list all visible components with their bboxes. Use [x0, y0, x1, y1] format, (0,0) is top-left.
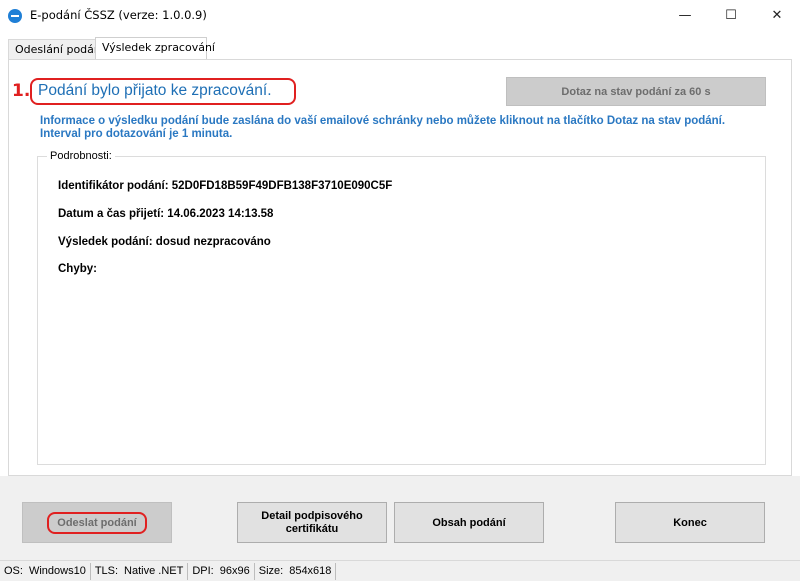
size-value: 854x618	[289, 565, 332, 577]
annotation-step-1: 1.	[12, 81, 31, 101]
status-size: Size: 854x618	[255, 562, 337, 580]
status-os: OS: Windows10	[0, 562, 91, 580]
identifier-label: Identifikátor podání:	[58, 180, 169, 192]
status-tls: TLS: Native .NET	[91, 562, 189, 580]
maximize-icon: ☐	[725, 8, 737, 23]
close-icon: ✕	[771, 8, 783, 23]
tls-value: Native .NET	[124, 565, 184, 577]
certificate-label-line-2: certifikátu	[285, 522, 339, 535]
date-label: Datum a čas přijetí:	[58, 208, 165, 220]
tab-processing-result[interactable]: Výsledek zpracování	[95, 37, 215, 60]
certificate-detail-button[interactable]: Detail podpisového certifikátu	[237, 502, 387, 543]
os-label: OS:	[4, 565, 23, 577]
status-query-button[interactable]: Dotaz na stav podání za 60 s	[506, 77, 766, 106]
dpi-value: 96x96	[219, 565, 250, 577]
submission-content-button[interactable]: Obsah podání	[394, 502, 544, 543]
info-text: Informace o výsledku podání bude zaslána…	[40, 115, 760, 141]
title-bar: E-podání ČSSZ (verze: 1.0.0.9) — ☐ ✕	[0, 0, 800, 31]
result-label: Výsledek podání:	[58, 236, 153, 248]
date-value: 14.06.2023 14:13.58	[167, 208, 274, 220]
detail-date: Datum a čas přijetí: 14.06.2023 14:13.58	[58, 208, 273, 220]
window-title: E-podání ČSSZ (verze: 1.0.0.9)	[30, 8, 207, 22]
result-title: Podání bylo přijato ke zpracování.	[30, 78, 296, 105]
info-line-1: Informace o výsledku podání bude zaslána…	[40, 115, 726, 127]
detail-errors: Chyby:	[58, 263, 97, 275]
dpi-label: DPI:	[192, 565, 214, 577]
tab-strip: Odeslání podání Výsledek zpracování	[0, 36, 800, 60]
minimize-button[interactable]: —	[662, 0, 708, 31]
exit-button[interactable]: Konec	[615, 502, 765, 543]
os-value: Windows10	[28, 565, 86, 577]
tab-send-submission[interactable]: Odeslání podání	[8, 39, 104, 59]
result-value: dosud nezpracováno	[155, 236, 271, 248]
status-bar: OS: Windows10 TLS: Native .NET DPI: 96x9…	[0, 560, 800, 581]
details-legend: Podrobnosti:	[47, 150, 115, 162]
minimize-icon: —	[678, 8, 692, 23]
detail-identifier: Identifikátor podání: 52D0FD18B59F49DFB1…	[58, 180, 392, 192]
identifier-value: 52D0FD18B59F49DFB138F3710E090C5F	[171, 180, 393, 192]
tls-label: TLS:	[94, 565, 119, 577]
details-group	[37, 156, 766, 465]
send-submission-label: Odeslat podání	[47, 511, 147, 534]
certificate-label-line-1: Detail podpisového	[261, 509, 363, 522]
detail-result: Výsledek podání: dosud nezpracováno	[58, 236, 271, 248]
size-label: Size:	[258, 565, 284, 577]
app-logo-icon	[8, 9, 22, 23]
info-line-2: Interval pro dotazování je 1 minuta.	[40, 128, 233, 140]
errors-label: Chyby:	[58, 263, 97, 275]
close-button[interactable]: ✕	[754, 0, 800, 31]
send-submission-button[interactable]: Odeslat podání	[22, 502, 172, 543]
maximize-button[interactable]: ☐	[708, 0, 754, 31]
status-dpi: DPI: 96x96	[188, 562, 255, 580]
